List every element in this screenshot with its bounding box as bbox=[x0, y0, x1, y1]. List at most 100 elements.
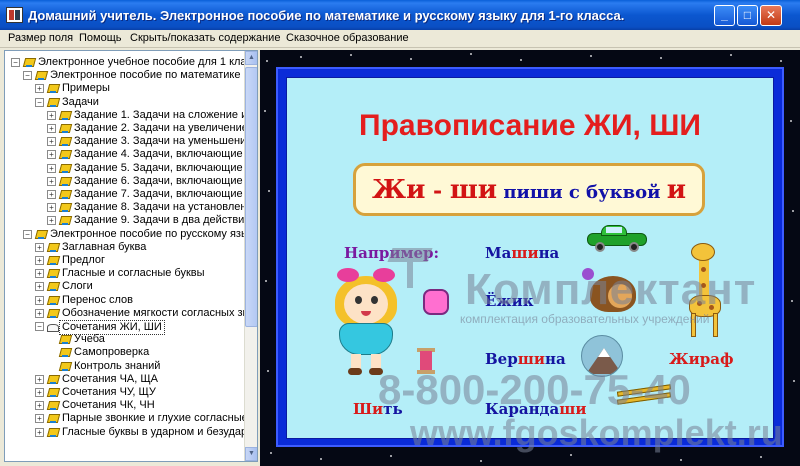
tree-node-label: Задание 7. Задачи, включающие понятия bbox=[74, 188, 257, 200]
tree-node-label: Электронное пособие по русскому языку bbox=[50, 227, 258, 240]
expand-icon[interactable]: + bbox=[47, 203, 56, 213]
tree-node-label: Сочетания ЧК, ЧН bbox=[62, 399, 155, 412]
collapse-icon[interactable]: − bbox=[35, 97, 44, 107]
book-icon bbox=[59, 176, 70, 187]
menu-bar: Размер поля Помощь Скрыть/показать содер… bbox=[0, 30, 800, 48]
expand-icon[interactable]: + bbox=[47, 110, 56, 120]
star bbox=[570, 454, 572, 456]
tree-node-label: Гласные и согласные буквы bbox=[62, 267, 205, 280]
expand-icon[interactable]: + bbox=[35, 308, 44, 318]
menu-fairy-education[interactable]: Сказочное образование bbox=[286, 32, 409, 44]
expand-icon[interactable]: + bbox=[35, 295, 44, 305]
collapse-icon[interactable]: − bbox=[35, 322, 44, 331]
star bbox=[268, 190, 270, 192]
tree-node-label: Задачи bbox=[62, 95, 99, 108]
tree-node-label: Слоги bbox=[62, 280, 93, 293]
star bbox=[730, 54, 732, 56]
tree-node-label: Задание 9. Задачи в два действия bbox=[74, 214, 251, 227]
tree-node-label: Парные звонкие и глухие согласные bbox=[62, 412, 248, 425]
star bbox=[470, 53, 472, 55]
tree-node-label: Гласные буквы в ударном и безударном пол… bbox=[62, 425, 257, 438]
star bbox=[320, 458, 322, 460]
minimize-button[interactable]: _ bbox=[714, 5, 735, 26]
menu-field-size[interactable]: Размер поля bbox=[8, 32, 73, 44]
open-book-icon bbox=[47, 321, 59, 332]
expand-icon[interactable]: + bbox=[35, 374, 44, 384]
book-icon bbox=[47, 427, 58, 438]
book-icon bbox=[59, 136, 70, 147]
watermark-phone: 8-800-200-75-40 bbox=[378, 366, 691, 413]
book-icon bbox=[59, 215, 70, 226]
word-part: на bbox=[538, 244, 560, 262]
tree-node-label: Сочетания ЧА, ЩА bbox=[62, 372, 158, 385]
maximize-button[interactable]: □ bbox=[737, 5, 758, 26]
book-icon bbox=[47, 308, 58, 319]
rule-shi: ши bbox=[449, 175, 498, 205]
window-title-bar[interactable]: Домашний учитель. Электронное пособие по… bbox=[0, 0, 800, 30]
expand-icon[interactable]: + bbox=[47, 124, 56, 133]
collapse-icon[interactable]: − bbox=[23, 71, 32, 81]
contents-tree[interactable]: − Электронное учебное пособие для 1 класс… bbox=[4, 50, 258, 462]
rule-zhi: Жи bbox=[371, 175, 426, 205]
tree-scrollbar[interactable]: ▲ ▼ bbox=[244, 51, 257, 461]
book-icon bbox=[59, 347, 70, 358]
book-icon bbox=[59, 163, 70, 174]
star bbox=[265, 280, 267, 282]
book-icon bbox=[47, 295, 58, 306]
book-icon bbox=[59, 123, 70, 134]
scroll-down-icon[interactable]: ▼ bbox=[245, 447, 257, 461]
star bbox=[790, 120, 792, 122]
star bbox=[780, 60, 782, 62]
tree-node-label: Контроль знаний bbox=[74, 359, 161, 372]
expand-icon[interactable]: + bbox=[35, 388, 44, 397]
rule-body: пиши с буквой bbox=[497, 182, 667, 203]
scroll-up-icon[interactable]: ▲ bbox=[245, 51, 257, 65]
word-part: Ма bbox=[485, 244, 512, 262]
close-button[interactable]: ✕ bbox=[760, 5, 782, 26]
expand-icon[interactable]: + bbox=[35, 282, 44, 292]
expand-icon[interactable]: + bbox=[47, 190, 56, 199]
window-title: Домашний учитель. Электронное пособие по… bbox=[28, 8, 625, 23]
star bbox=[267, 370, 269, 372]
word-mashina[interactable]: Машина bbox=[485, 244, 559, 262]
lesson-title: Правописание ЖИ, ШИ bbox=[359, 109, 701, 142]
expand-icon[interactable]: + bbox=[47, 176, 56, 186]
book-icon bbox=[23, 57, 34, 68]
menu-help[interactable]: Помощь bbox=[79, 32, 122, 44]
tree-node-label: Задание 3. Задачи на уменьшение числа на… bbox=[74, 135, 257, 148]
collapse-icon[interactable]: − bbox=[11, 58, 20, 67]
expand-icon[interactable]: + bbox=[47, 150, 56, 160]
tree-node-label: Задание 4. Задачи, включающие понятия bbox=[74, 148, 257, 161]
tree-node-label: Задание 2. Задачи на увеличение числа на… bbox=[74, 122, 257, 134]
star bbox=[390, 455, 392, 457]
book-icon bbox=[59, 361, 70, 372]
expand-icon[interactable]: + bbox=[35, 256, 44, 265]
book-icon bbox=[35, 70, 46, 81]
book-icon bbox=[47, 387, 58, 398]
watermark-site: www.fgoskomplekt.ru bbox=[410, 412, 783, 453]
expand-icon[interactable]: + bbox=[47, 137, 56, 147]
expand-icon[interactable]: + bbox=[35, 401, 44, 411]
expand-icon[interactable]: + bbox=[35, 414, 44, 424]
book-icon bbox=[35, 229, 46, 240]
book-icon bbox=[47, 83, 58, 94]
tree-node-label: Самопроверка bbox=[74, 346, 150, 359]
tree-node-label: Сочетания ЧУ, ЩУ bbox=[62, 386, 156, 398]
book-icon bbox=[47, 97, 58, 108]
book-icon bbox=[59, 202, 70, 213]
expand-icon[interactable]: + bbox=[35, 427, 44, 437]
tree-node-label: Задание 8. Задачи на установление bbox=[74, 201, 258, 214]
tree-node-label: Электронное пособие по математике bbox=[50, 69, 241, 82]
menu-toggle-contents[interactable]: Скрыть/показать содержание bbox=[130, 32, 280, 44]
collapse-icon[interactable]: − bbox=[23, 229, 32, 239]
expand-icon[interactable]: + bbox=[35, 84, 44, 94]
expand-icon[interactable]: + bbox=[35, 242, 44, 252]
star bbox=[520, 59, 522, 61]
expand-icon[interactable]: + bbox=[47, 163, 56, 173]
expand-icon[interactable]: + bbox=[35, 269, 44, 279]
expand-icon[interactable]: + bbox=[47, 216, 56, 226]
tree-node-label: Примеры bbox=[62, 82, 110, 95]
book-icon bbox=[59, 334, 70, 345]
scroll-thumb[interactable] bbox=[245, 67, 257, 327]
book-icon bbox=[47, 374, 58, 385]
